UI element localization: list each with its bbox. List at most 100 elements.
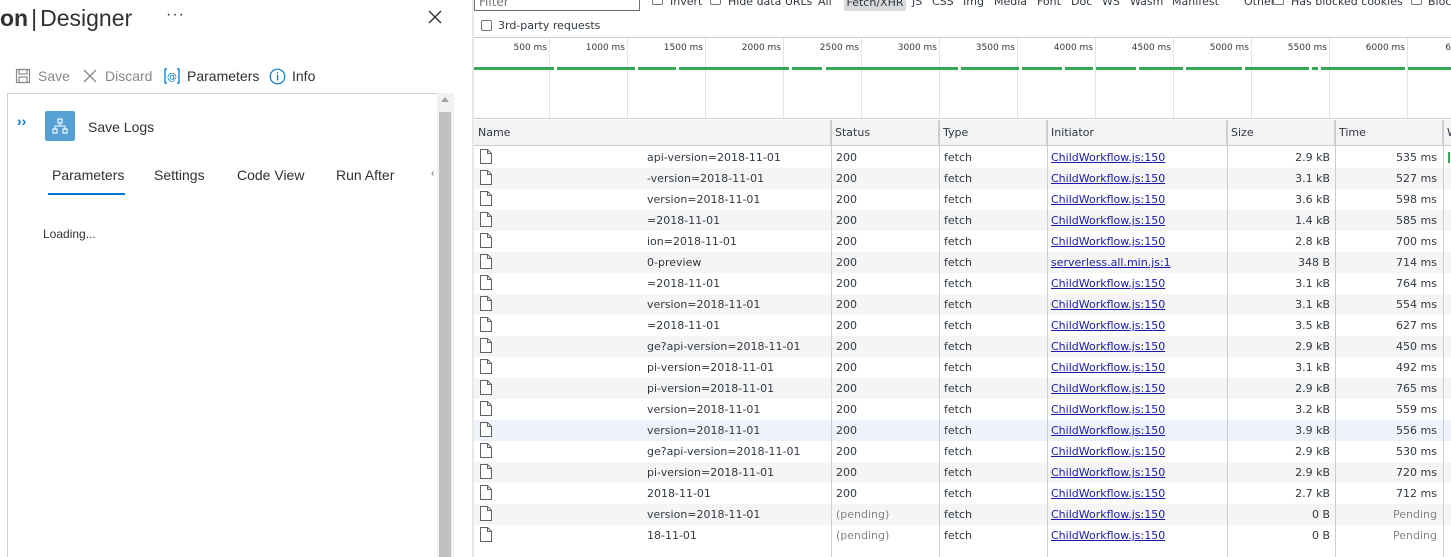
request-initiator-link[interactable]: ChildWorkflow.js:150	[1051, 294, 1223, 315]
request-type: fetch	[944, 403, 972, 416]
column-header-size[interactable]: Size	[1227, 120, 1335, 146]
third-party-checkbox[interactable]	[481, 20, 492, 31]
info-button[interactable]: Info	[268, 66, 315, 86]
timeline-tick-3500: 3500 ms	[975, 43, 1015, 53]
table-row[interactable]: version=2018-11-01 200 fetch ChildWorkflow.…	[474, 189, 1451, 210]
tab-parameters[interactable]: Parameters	[52, 167, 124, 183]
has-blocked-cookies-checkbox[interactable]	[1273, 0, 1284, 5]
expand-chevron-icon[interactable]: ››	[17, 113, 26, 129]
request-initiator-link[interactable]: ChildWorkflow.js:150	[1051, 315, 1223, 336]
type-filter-img[interactable]: Img	[963, 0, 984, 8]
column-header-initiator[interactable]: Initiator	[1047, 120, 1227, 146]
request-initiator-link[interactable]: ChildWorkflow.js:150	[1051, 210, 1223, 231]
column-header-name[interactable]: Name	[474, 120, 831, 146]
overview-activity-bar	[1321, 67, 1405, 70]
table-row[interactable]: pi-version=2018-11-01 200 fetch ChildWorkfl…	[474, 378, 1451, 399]
request-status: 200	[836, 319, 857, 332]
request-initiator-link[interactable]: ChildWorkflow.js:150	[1051, 462, 1223, 483]
table-row[interactable]: =2018-11-01 200 fetch ChildWorkflow.js:150 3…	[474, 315, 1451, 336]
table-row[interactable]: -version=2018-11-01 200 fetch ChildWorkflow…	[474, 168, 1451, 189]
column-header-status[interactable]: Status	[831, 120, 939, 146]
table-row[interactable]: 18-11-01 (pending) fetch ChildWorkflow.js:1…	[474, 525, 1451, 546]
request-type: fetch	[944, 172, 972, 185]
request-initiator-link[interactable]: ChildWorkflow.js:150	[1051, 147, 1223, 168]
more-options-icon[interactable]: ···	[166, 6, 185, 24]
request-initiator-link[interactable]: ChildWorkflow.js:150	[1051, 441, 1223, 462]
table-row[interactable]: pi-version=2018-11-01 200 fetch ChildWorkfl…	[474, 462, 1451, 483]
discard-button[interactable]: Discard	[81, 66, 152, 86]
scrollbar-thumb[interactable]	[439, 112, 451, 557]
tab-run-after[interactable]: Run After	[336, 167, 394, 183]
table-row[interactable]: version=2018-11-01 200 fetch ChildWorkflow.…	[474, 420, 1451, 441]
request-initiator-link[interactable]: ChildWorkflow.js:150	[1051, 336, 1223, 357]
table-row[interactable]: version=2018-11-01 200 fetch ChildWorkflow.…	[474, 294, 1451, 315]
type-filter-media[interactable]: Media	[994, 0, 1027, 8]
request-initiator-link[interactable]: ChildWorkflow.js:150	[1051, 525, 1223, 546]
table-row[interactable]: pi-version=2018-11-01 200 fetch ChildWorkfl…	[474, 357, 1451, 378]
tab-overflow-icon[interactable]: ‹	[431, 168, 434, 179]
type-filter-fetch-xhr[interactable]: Fetch/XHR	[844, 0, 906, 11]
type-filter-font[interactable]: Font	[1037, 0, 1061, 8]
column-header-waterfall[interactable]: W	[1443, 120, 1451, 146]
request-time: 627 ms	[1396, 319, 1437, 332]
file-icon	[480, 338, 492, 353]
network-overview-timeline[interactable]: 500 ms 1000 ms 1500 ms 2000 ms 2500 ms 3…	[474, 37, 1451, 120]
type-filter-js[interactable]: JS	[912, 0, 922, 8]
type-filter-ws[interactable]: WS	[1102, 0, 1120, 8]
request-initiator-link[interactable]: serverless.all.min.js:1	[1051, 252, 1223, 273]
blocked-requests-label: Bloc	[1428, 0, 1451, 8]
discard-label: Discard	[105, 68, 153, 84]
tab-code-view[interactable]: Code View	[237, 167, 304, 183]
table-row[interactable]: 0-preview 200 fetch serverless.all.min.js:1…	[474, 252, 1451, 273]
parameters-button[interactable]: @ Parameters	[163, 66, 259, 86]
column-header-type[interactable]: Type	[939, 120, 1047, 146]
request-initiator-link[interactable]: ChildWorkflow.js:150	[1051, 231, 1223, 252]
request-time: 764 ms	[1396, 277, 1437, 290]
table-row[interactable]: ge?api-version=2018-11-01 200 fetch ChildWo…	[474, 441, 1451, 462]
type-filter-css[interactable]: CSS	[932, 0, 954, 8]
table-row[interactable]: version=2018-11-01 (pending) fetch ChildWor…	[474, 504, 1451, 525]
invert-label: Invert	[670, 0, 703, 8]
request-initiator-link[interactable]: ChildWorkflow.js:150	[1051, 420, 1223, 441]
table-row[interactable]: =2018-11-01 200 fetch ChildWorkflow.js:150 3…	[474, 273, 1451, 294]
request-status: 200	[836, 235, 857, 248]
type-filter-all[interactable]: All	[818, 0, 832, 8]
scroll-up-arrow-icon[interactable]	[441, 97, 449, 102]
column-divider	[1335, 120, 1336, 557]
request-initiator-link[interactable]: ChildWorkflow.js:150	[1051, 168, 1223, 189]
invert-checkbox[interactable]	[652, 0, 663, 5]
close-icon[interactable]	[426, 8, 444, 26]
column-header-time[interactable]: Time	[1335, 120, 1443, 146]
request-time: 530 ms	[1396, 445, 1437, 458]
table-row[interactable]: =2018-11-01 200 fetch ChildWorkflow.js:150 1…	[474, 210, 1451, 231]
blocked-requests-checkbox[interactable]	[1411, 0, 1422, 5]
request-initiator-link[interactable]: ChildWorkflow.js:150	[1051, 273, 1223, 294]
request-initiator-link[interactable]: ChildWorkflow.js:150	[1051, 399, 1223, 420]
type-filter-doc[interactable]: Doc	[1071, 0, 1092, 8]
file-icon	[480, 233, 492, 248]
table-row[interactable]: version=2018-11-01 200 fetch ChildWorkflow.…	[474, 399, 1451, 420]
type-filter-other[interactable]: Other	[1244, 0, 1275, 8]
table-row[interactable]: 2018-11-01 200 fetch ChildWorkflow.js:150 2.…	[474, 483, 1451, 504]
devtools-network-panel: Filter Invert Hide data URLs All Fetch/X…	[474, 0, 1451, 557]
table-row[interactable]: ge?api-version=2018-11-01 200 fetch ChildWo…	[474, 336, 1451, 357]
save-button[interactable]: Save	[14, 66, 70, 86]
table-row[interactable]: api-version=2018-11-01 200 fetch ChildWorkf…	[474, 147, 1451, 168]
type-filter-wasm[interactable]: Wasm	[1130, 0, 1163, 8]
type-filter-manifest[interactable]: Manifest	[1172, 0, 1219, 8]
table-row[interactable]: ion=2018-11-01 200 fetch ChildWorkflow.js:1…	[474, 231, 1451, 252]
filter-input[interactable]: Filter	[474, 0, 640, 11]
request-type: fetch	[944, 361, 972, 374]
request-initiator-link[interactable]: ChildWorkflow.js:150	[1051, 378, 1223, 399]
request-initiator-link[interactable]: ChildWorkflow.js:150	[1051, 357, 1223, 378]
request-initiator-link[interactable]: ChildWorkflow.js:150	[1051, 483, 1223, 504]
request-name: version=2018-11-01	[647, 403, 761, 416]
request-initiator-link[interactable]: ChildWorkflow.js:150	[1051, 504, 1223, 525]
tab-settings[interactable]: Settings	[154, 167, 205, 183]
request-time: Pending	[1393, 508, 1437, 521]
hide-data-urls-checkbox[interactable]	[710, 0, 721, 5]
request-initiator-link[interactable]: ChildWorkflow.js:150	[1051, 189, 1223, 210]
overview-activity-bar	[679, 67, 789, 70]
request-status: 200	[836, 487, 857, 500]
request-status: 200	[836, 214, 857, 227]
